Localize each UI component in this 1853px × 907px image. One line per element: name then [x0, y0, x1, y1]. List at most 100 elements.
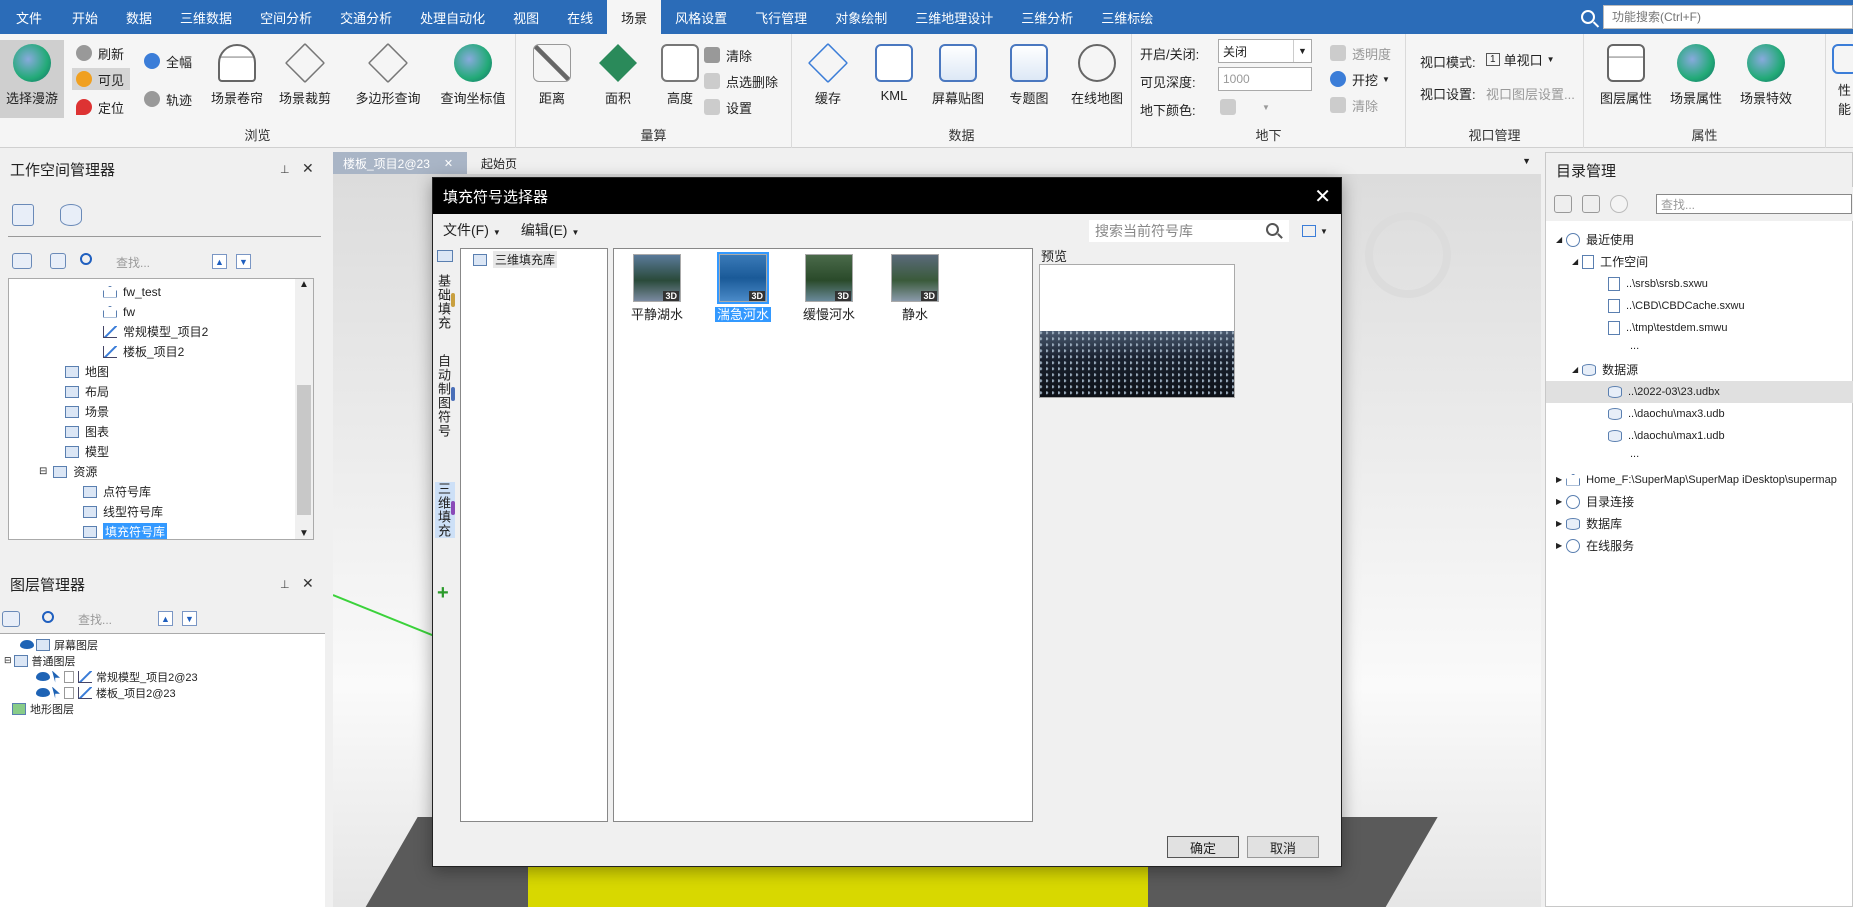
view-mode-button[interactable]: ▼ — [1299, 221, 1331, 241]
function-search-box[interactable] — [1603, 5, 1853, 29]
chevron-down-icon[interactable]: ▼ — [1522, 156, 1531, 166]
catalog-datasource-group[interactable]: ◢ 数据源 — [1572, 361, 1638, 378]
point-delete-button[interactable]: 点选删除 — [704, 70, 778, 92]
view-toggle-icon[interactable] — [12, 253, 32, 269]
workspace-search-input[interactable]: 查找... — [116, 252, 206, 272]
collapse-icon[interactable]: ◢ — [1572, 365, 1578, 374]
catalog-database[interactable]: ▶ 数据库 — [1556, 515, 1622, 532]
catalog-workspace-item[interactable]: ..\CBD\CBDCache.sxwu — [1608, 297, 1745, 314]
search-icon[interactable] — [80, 253, 92, 265]
tree-item[interactable]: fw_test — [103, 283, 161, 300]
select-roam-button[interactable]: 选择漫游 — [0, 40, 64, 118]
menu-tab-spatial-analysis[interactable]: 空间分析 — [246, 0, 326, 34]
layer-search-input[interactable]: 查找... — [78, 609, 158, 629]
expand-icon[interactable]: ▶ — [1556, 497, 1562, 506]
catalog-online-service[interactable]: ▶ 在线服务 — [1556, 537, 1634, 554]
performance-button[interactable]: 性能 — [1826, 40, 1853, 118]
tree-item[interactable]: 图表 — [65, 423, 109, 440]
menu-tab-file[interactable]: 文件 — [0, 0, 58, 34]
tree-item[interactable]: 楼板_项目2 — [103, 343, 184, 360]
close-icon[interactable]: ✕ — [444, 157, 453, 170]
cancel-button[interactable]: 取消 — [1247, 836, 1319, 858]
collapse-icon[interactable]: ◢ — [1556, 235, 1562, 244]
collapse-icon[interactable]: ⊟ — [39, 466, 47, 477]
tree-scrollbar[interactable]: ▲ ▼ — [295, 279, 313, 539]
search-icon[interactable] — [1581, 10, 1595, 24]
tree-item[interactable]: fw — [103, 303, 135, 320]
cache-button[interactable]: 缓存 — [796, 40, 860, 118]
lock-icon[interactable] — [64, 686, 74, 699]
track-button[interactable]: 轨迹 — [144, 88, 192, 110]
expand-icon[interactable]: ▶ — [1556, 519, 1562, 528]
kml-button[interactable]: KML — [862, 40, 926, 118]
symbol-item[interactable]: 3D 平静湖水 — [622, 254, 692, 323]
compass-icon[interactable] — [1365, 212, 1451, 298]
menu-tab-data[interactable]: 数据 — [112, 0, 166, 34]
catalog-datasource-item-selected[interactable]: ..\2022-03\23.udbx — [1608, 383, 1720, 400]
symbol-item-selected[interactable]: 3D 湍急河水 — [708, 252, 778, 323]
screen-paste-button[interactable]: 屏幕贴图 — [918, 40, 998, 118]
datasource-tab-icon[interactable] — [60, 204, 82, 226]
tree-item[interactable]: 模型 — [65, 443, 109, 460]
menu-tab-automation[interactable]: 处理自动化 — [406, 0, 499, 34]
folder-icon[interactable] — [437, 250, 453, 262]
dialog-menu-file[interactable]: 文件(F) ▼ — [443, 220, 501, 240]
symbol-item[interactable]: 3D 缓慢河水 — [794, 254, 864, 323]
catalog-datasource-item[interactable]: ..\daochu\max3.udb — [1608, 405, 1725, 422]
symbol-search-input[interactable]: 搜索当前符号库 — [1089, 220, 1289, 242]
scroll-down-arrow[interactable]: ▼ — [295, 528, 313, 539]
catalog-workspace-more[interactable]: ... — [1630, 337, 1639, 354]
close-icon[interactable]: ✕ — [302, 160, 314, 177]
doc-tab-scene[interactable]: 楼板_项目2@23 ✕ — [333, 152, 467, 174]
scene-effects-button[interactable]: 场景特效 — [1732, 40, 1800, 118]
layer-item[interactable]: ⊟ 普通图层 — [4, 652, 76, 669]
catalog-search-input[interactable]: 查找... — [1656, 194, 1852, 214]
menu-tab-3d-geodesign[interactable]: 三维地理设计 — [901, 0, 1007, 34]
pin-icon[interactable]: ⊥ — [280, 163, 290, 176]
menu-tab-online[interactable]: 在线 — [553, 0, 607, 34]
area-button[interactable]: 面积 — [586, 40, 650, 118]
measure-settings-button[interactable]: 设置 — [704, 96, 752, 118]
menu-tab-3d-analysis[interactable]: 三维分析 — [1007, 0, 1087, 34]
eye-icon[interactable] — [36, 688, 50, 697]
underground-onoff-select[interactable]: 关闭 ▼ — [1218, 39, 1312, 63]
layer-item[interactable]: 屏幕图层 — [20, 636, 98, 653]
doc-tab-start-page[interactable]: 起始页 — [471, 152, 527, 174]
side-tab-3d-fill[interactable]: 三维填充 — [435, 482, 455, 538]
query-coords-button[interactable]: 查询坐标值 — [436, 40, 510, 118]
scroll-thumb[interactable] — [297, 385, 311, 515]
function-search-input[interactable] — [1604, 10, 1852, 24]
symbol-item[interactable]: 3D 静水 — [880, 254, 950, 323]
tree-item[interactable]: 线型符号库 — [83, 503, 163, 520]
viewport-mode-select[interactable]: 1 单视口 ▼ — [1486, 48, 1555, 70]
catalog-workspace-item[interactable]: ..\tmp\testdem.smwu — [1608, 319, 1727, 336]
workspace-tab-icon[interactable] — [12, 204, 34, 226]
catalog-datasource-more[interactable]: ... — [1630, 445, 1639, 462]
catalog-workspace-group[interactable]: ◢ 工作空间 — [1572, 253, 1648, 270]
search-icon[interactable] — [1266, 223, 1279, 236]
collapse-icon[interactable]: ◢ — [1572, 257, 1578, 266]
visible-depth-input[interactable]: 1000 — [1218, 67, 1312, 91]
excavate-button[interactable]: 开挖 ▼ — [1330, 68, 1390, 90]
menu-tab-traffic-analysis[interactable]: 交通分析 — [326, 0, 406, 34]
transparency-button[interactable]: 透明度 — [1330, 42, 1391, 64]
search-icon[interactable] — [42, 611, 54, 623]
catalog-datasource-item[interactable]: ..\daochu\max1.udb — [1608, 427, 1725, 444]
add-layer-icon[interactable] — [2, 611, 20, 627]
online-map-button[interactable]: 在线地图 — [1062, 40, 1132, 118]
measure-clear-button[interactable]: 清除 — [704, 44, 752, 66]
menu-tab-view[interactable]: 视图 — [499, 0, 553, 34]
menu-tab-style[interactable]: 风格设置 — [661, 0, 741, 34]
layer-item[interactable]: 常规模型_项目2@23 — [36, 668, 198, 685]
underground-clear-button[interactable]: 清除 — [1330, 94, 1378, 116]
ok-button[interactable]: 确定 — [1167, 836, 1239, 858]
tree-item[interactable]: 常规模型_项目2 — [103, 323, 208, 340]
lock-icon[interactable] — [64, 670, 74, 683]
open-icon[interactable] — [50, 253, 66, 269]
tree-item[interactable]: 场景 — [65, 403, 109, 420]
full-extent-button[interactable]: 全幅 — [144, 50, 192, 72]
up-arrow-button[interactable]: ▲ — [212, 254, 227, 269]
tree-item-selected[interactable]: 填充符号库 — [83, 523, 168, 539]
expand-icon[interactable]: ▶ — [1556, 541, 1562, 550]
layer-item[interactable]: 楼板_项目2@23 — [36, 684, 176, 701]
